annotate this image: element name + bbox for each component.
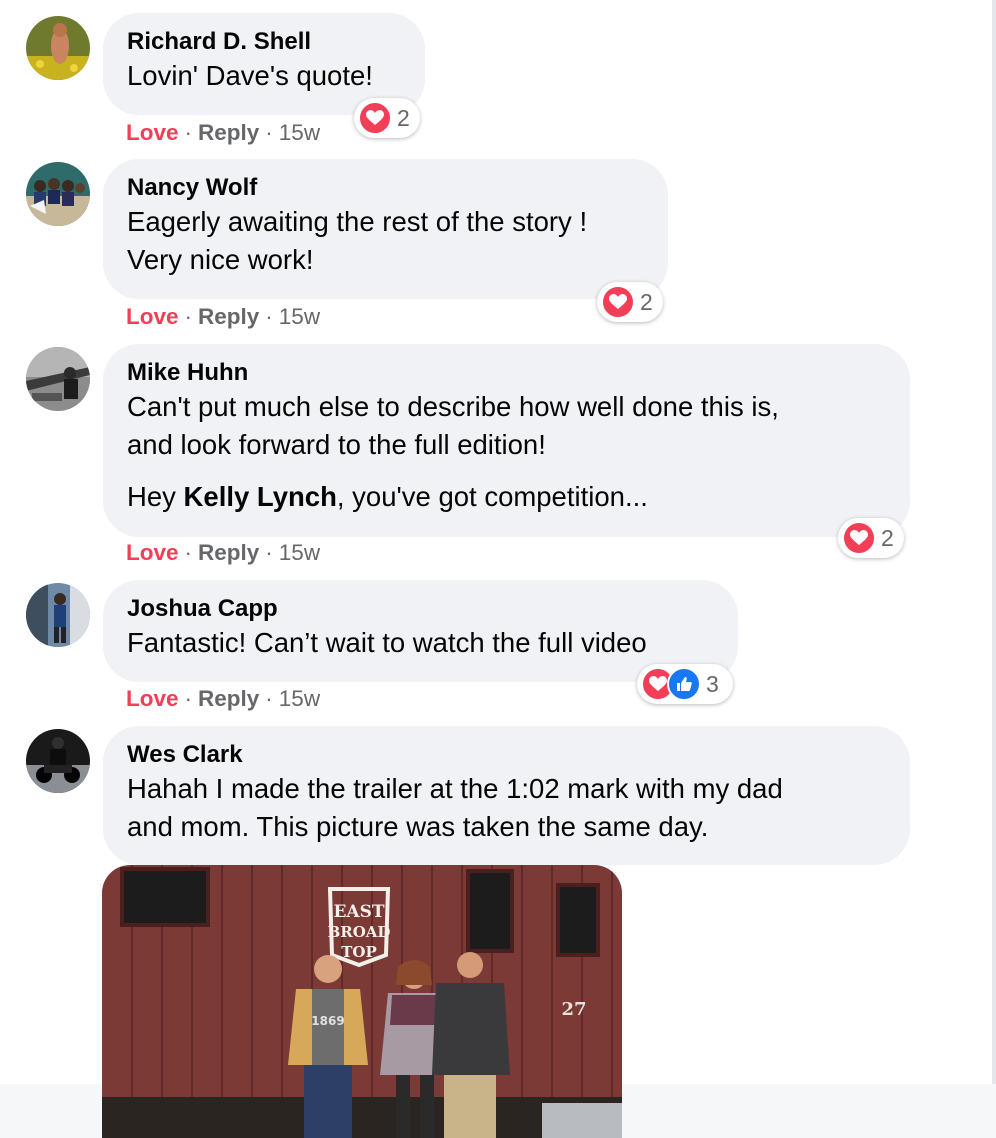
comment-actions: Love · Reply · 15w <box>126 119 320 147</box>
comment-bubble: Mike Huhn Can't put much else to describ… <box>103 344 910 537</box>
scrollbar-track[interactable] <box>992 0 996 1138</box>
heart-icon <box>358 101 392 135</box>
avatar[interactable] <box>26 16 90 80</box>
timestamp[interactable]: 15w <box>279 686 320 711</box>
separator: · <box>265 686 273 711</box>
comment-photo[interactable]: EAST BROAD TOP 27 1869 <box>102 865 622 1138</box>
comment-bubble: Joshua Capp Fantastic! Can’t wait to wat… <box>103 580 738 682</box>
comment-actions: Love · Reply · 15w <box>126 685 320 713</box>
comment-text: Hahah I made the trailer at the 1:02 mar… <box>127 773 783 804</box>
mention-link[interactable]: Kelly Lynch <box>184 481 337 512</box>
comment-bubble: Wes Clark Hahah I made the trailer at th… <box>103 726 910 865</box>
love-link[interactable]: Love <box>126 686 179 711</box>
text-suffix: , you've got competition... <box>336 481 648 512</box>
comment-actions: Love · Reply · 15w <box>126 303 320 331</box>
comment-text: Eagerly awaiting the rest of the story ! <box>127 206 588 237</box>
comment-text: and mom. This picture was taken the same… <box>127 811 709 842</box>
separator: · <box>184 540 193 565</box>
heart-icon <box>842 521 876 555</box>
reaction-count: 2 <box>881 524 894 551</box>
separator: · <box>265 120 273 145</box>
avatar[interactable] <box>26 729 90 793</box>
heart-icon <box>601 285 635 319</box>
reaction-summary[interactable]: 3 <box>637 664 733 704</box>
comment-text: Hey Kelly Lynch, you've got competition.… <box>127 478 886 516</box>
sign-text: EAST <box>333 902 384 922</box>
comment-bubble: Nancy Wolf Eagerly awaiting the rest of … <box>103 159 668 299</box>
reaction-count: 2 <box>397 104 410 131</box>
avatar[interactable] <box>26 162 90 226</box>
comment-text: Can't put much else to describe how well… <box>127 391 779 422</box>
comment-text: and look forward to the full edition! <box>127 429 546 460</box>
reply-link[interactable]: Reply <box>198 120 259 145</box>
separator: · <box>265 304 273 329</box>
separator: · <box>265 540 273 565</box>
love-link[interactable]: Love <box>126 120 179 145</box>
reply-link[interactable]: Reply <box>198 540 259 565</box>
comment-author[interactable]: Richard D. Shell <box>127 27 401 57</box>
comment-author[interactable]: Wes Clark <box>127 740 886 770</box>
separator: · <box>184 120 193 145</box>
comment-text: Fantastic! Can’t wait to watch the full … <box>127 627 647 658</box>
avatar[interactable] <box>26 583 90 647</box>
reply-link[interactable]: Reply <box>198 304 259 329</box>
comment-actions: Love · Reply · 15w <box>126 539 320 567</box>
sign-text: TOP <box>341 943 377 961</box>
timestamp[interactable]: 15w <box>279 304 320 329</box>
timestamp[interactable]: 15w <box>279 120 320 145</box>
shirt-text: 1869 <box>311 1014 344 1028</box>
thumbs-up-icon <box>667 667 701 701</box>
reaction-summary[interactable]: 2 <box>838 518 904 558</box>
separator: · <box>184 304 193 329</box>
car-number: 27 <box>561 999 586 1020</box>
reaction-count: 2 <box>640 288 653 315</box>
comment-author[interactable]: Joshua Capp <box>127 594 714 624</box>
reaction-summary[interactable]: 2 <box>597 282 663 322</box>
separator: · <box>184 686 193 711</box>
sign-text: BROAD <box>328 923 391 941</box>
text-prefix: Hey <box>127 481 184 512</box>
comment-text: Very nice work! <box>127 244 314 275</box>
love-link[interactable]: Love <box>126 304 179 329</box>
love-link[interactable]: Love <box>126 540 179 565</box>
comment-author[interactable]: Nancy Wolf <box>127 173 644 203</box>
reaction-count: 3 <box>706 670 719 697</box>
comment-text: Lovin' Dave's quote! <box>127 60 373 91</box>
comment-author[interactable]: Mike Huhn <box>127 358 886 388</box>
avatar[interactable] <box>26 347 90 411</box>
reply-link[interactable]: Reply <box>198 686 259 711</box>
reaction-summary[interactable]: 2 <box>354 98 420 138</box>
timestamp[interactable]: 15w <box>279 540 320 565</box>
